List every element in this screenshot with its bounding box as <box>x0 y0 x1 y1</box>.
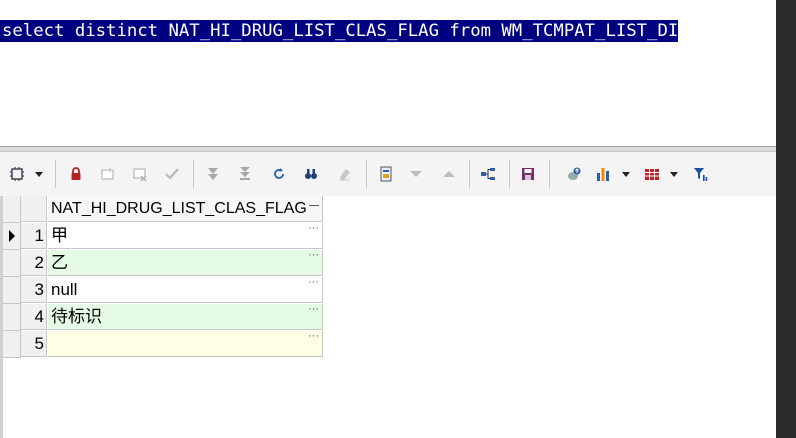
column-header-label: NAT_HI_DRUG_LIST_CLAS_FLAG <box>51 200 307 217</box>
save-icon[interactable] <box>517 164 539 184</box>
row-indicator[interactable] <box>3 223 21 250</box>
toolbar-separator <box>366 160 367 188</box>
refresh-icon[interactable] <box>268 164 290 184</box>
row-number: 3 <box>21 277 47 303</box>
cell-editor-button[interactable]: ··· <box>308 215 319 241</box>
delete-record-icon[interactable] <box>129 164 151 184</box>
sql-text-selected[interactable]: select distinct NAT_HI_DRUG_LIST_CLAS_FL… <box>0 20 679 42</box>
cell-editor-button[interactable]: ··· <box>308 269 319 295</box>
window-edge <box>776 0 796 438</box>
fetch-last-icon[interactable] <box>234 164 256 184</box>
toolbar-separator <box>193 160 194 188</box>
cell-value: 乙 <box>51 253 68 272</box>
filter-icon[interactable] <box>690 164 712 184</box>
chevron-down-icon[interactable] <box>621 164 631 184</box>
toolbar-separator <box>469 160 470 188</box>
cell-value: null <box>51 280 78 299</box>
chevron-down-icon[interactable] <box>34 164 44 184</box>
query-by-example-icon[interactable] <box>375 164 397 184</box>
lock-icon[interactable] <box>65 164 87 184</box>
row-indicator[interactable] <box>3 304 21 331</box>
grid-options-icon[interactable] <box>6 164 28 184</box>
corner-cell[interactable] <box>21 196 47 222</box>
chart-icon[interactable] <box>592 164 614 184</box>
cell-editor-button[interactable]: ··· <box>308 296 319 322</box>
cell-value: 甲 <box>51 226 68 245</box>
toolbar-separator <box>549 160 550 188</box>
chevron-down-icon[interactable] <box>669 164 679 184</box>
row-indicator[interactable] <box>3 277 21 304</box>
corner-cell[interactable] <box>3 196 21 223</box>
row-number: 1 <box>21 223 47 249</box>
find-icon[interactable] <box>300 164 322 184</box>
data-cell[interactable]: 乙 ··· <box>48 249 323 276</box>
post-changes-icon[interactable] <box>161 164 183 184</box>
row-number: 2 <box>21 250 47 276</box>
toolbar-separator <box>509 160 510 188</box>
result-grid: NAT_HI_DRUG_LIST_CLAS_FLAG 1 甲 ··· 2 乙 ·… <box>0 196 776 438</box>
sql-editor[interactable]: select distinct NAT_HI_DRUG_LIST_CLAS_FL… <box>0 0 776 146</box>
insert-record-icon[interactable] <box>97 164 119 184</box>
data-cell[interactable]: 待标识 ··· <box>48 303 323 330</box>
column-header[interactable]: NAT_HI_DRUG_LIST_CLAS_FLAG <box>48 196 323 222</box>
row-indicator[interactable] <box>3 250 21 277</box>
next-record-icon[interactable] <box>405 164 427 184</box>
current-row-icon <box>9 230 15 242</box>
toolbar-separator <box>55 160 56 188</box>
export-icon[interactable] <box>563 164 585 184</box>
result-toolbar <box>0 152 776 197</box>
row-number: 5 <box>21 331 47 357</box>
cell-editor-button[interactable]: ··· <box>308 242 319 268</box>
row-indicator[interactable] <box>3 331 21 358</box>
tree-view-icon[interactable] <box>477 164 499 184</box>
fetch-next-icon[interactable] <box>202 164 224 184</box>
sort-indicator <box>309 205 319 206</box>
cell-value: 待标识 <box>51 307 102 326</box>
table-view-icon[interactable] <box>641 164 663 184</box>
cell-editor-button[interactable]: ··· <box>308 323 319 349</box>
row-number: 4 <box>21 304 47 330</box>
data-cell[interactable]: ··· <box>48 330 323 357</box>
data-cell[interactable]: null ··· <box>48 276 323 303</box>
clear-icon[interactable] <box>334 164 356 184</box>
previous-record-icon[interactable] <box>438 164 460 184</box>
data-cell[interactable]: 甲 ··· <box>48 222 323 249</box>
